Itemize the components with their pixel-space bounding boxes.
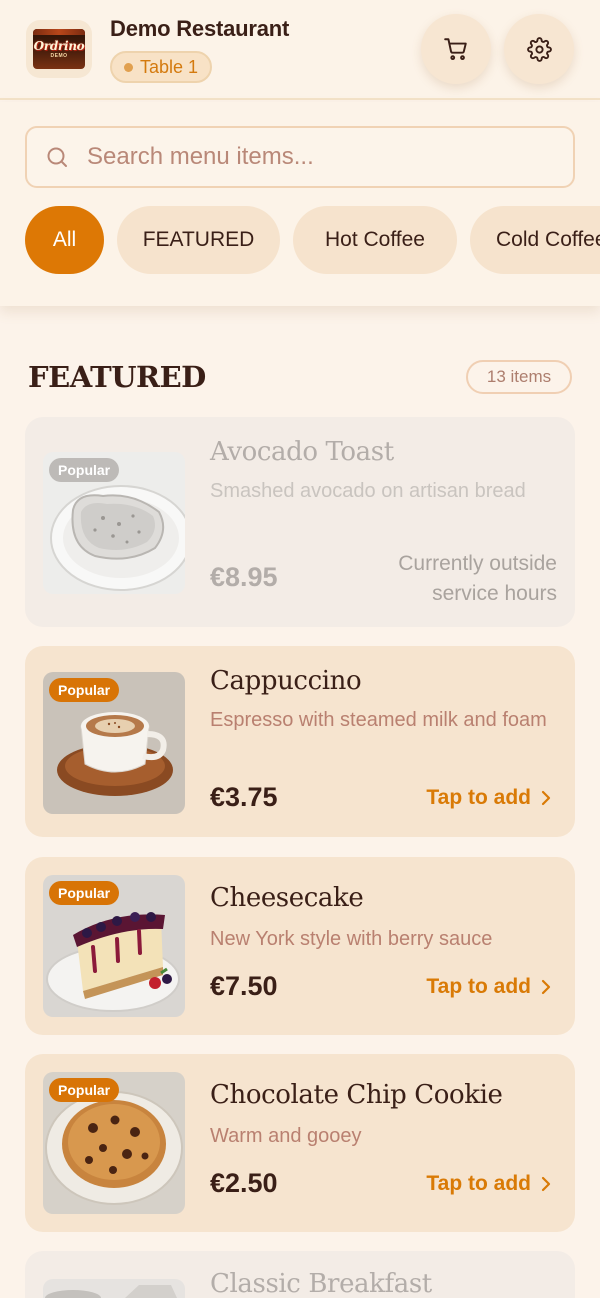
popular-badge: Popular bbox=[49, 678, 120, 702]
table-status-dot bbox=[124, 62, 133, 72]
category-chip-hot-coffee[interactable]: Hot Coffee bbox=[293, 206, 457, 274]
item-image: Popular bbox=[43, 875, 185, 1017]
tap-to-add-label: Tap to add bbox=[426, 786, 531, 809]
item-image: Popular bbox=[43, 672, 185, 814]
chevron-right-icon bbox=[541, 790, 551, 806]
search-input[interactable] bbox=[87, 143, 547, 171]
tap-to-add-label: Tap to add bbox=[426, 975, 531, 998]
item-image: Popular bbox=[43, 1072, 185, 1214]
menu-item-card: Popular Avocado Toast Smashed avocado on… bbox=[25, 417, 575, 627]
logo-text: Ordrino bbox=[33, 39, 85, 53]
menu-item-card: Classic Breakfast bbox=[25, 1251, 575, 1298]
app-header: Ordrino DEMO Demo Restaurant Table 1 bbox=[0, 0, 600, 100]
menu-item-card[interactable]: Popular Chocolate Chip Cookie Warm and g… bbox=[25, 1054, 575, 1232]
search-bar[interactable] bbox=[25, 126, 575, 188]
popular-badge: Popular bbox=[49, 881, 120, 905]
item-price: €3.75 bbox=[210, 782, 278, 812]
menu-item-card[interactable]: Popular Cheesecake New York style with b… bbox=[25, 857, 575, 1035]
item-image bbox=[43, 1279, 185, 1298]
item-count-badge: 13 items bbox=[466, 360, 572, 394]
tap-to-add-button[interactable]: Tap to add bbox=[426, 1172, 551, 1196]
chevron-right-icon bbox=[541, 979, 551, 995]
availability-status: Currently outside service hours bbox=[398, 552, 557, 605]
item-description: Smashed avocado on artisan bread bbox=[210, 480, 526, 502]
item-description: Warm and gooey bbox=[210, 1125, 362, 1147]
category-chip-all[interactable]: All bbox=[25, 206, 104, 274]
item-name: Cappuccino bbox=[210, 666, 362, 696]
logo-image: Ordrino DEMO bbox=[33, 29, 85, 69]
restaurant-name: Demo Restaurant bbox=[110, 16, 290, 41]
item-description: Espresso with steamed milk and foam bbox=[210, 709, 547, 731]
section-title: FEATURED bbox=[28, 360, 206, 394]
breakfast-image bbox=[43, 1279, 185, 1298]
search-filter-panel: AllFEATUREDHot CoffeeCold Coffee bbox=[0, 102, 600, 306]
tap-to-add-button[interactable]: Tap to add bbox=[426, 975, 551, 999]
item-price: €7.50 bbox=[210, 971, 278, 1001]
item-price: €2.50 bbox=[210, 1168, 278, 1198]
restaurant-logo: Ordrino DEMO bbox=[26, 20, 92, 78]
gear-icon bbox=[526, 36, 552, 62]
table-badge: Table 1 bbox=[110, 51, 212, 83]
item-price: €8.95 bbox=[210, 562, 278, 592]
menu-item-card[interactable]: Popular Cappuccino Espresso with steamed… bbox=[25, 646, 575, 837]
cart-button[interactable] bbox=[421, 14, 491, 84]
chevron-right-icon bbox=[541, 1176, 551, 1192]
item-name: Cheesecake bbox=[210, 883, 364, 913]
item-description: New York style with berry sauce bbox=[210, 928, 493, 950]
tap-to-add-button[interactable]: Tap to add bbox=[426, 786, 551, 810]
cart-icon bbox=[444, 38, 467, 61]
item-name: Avocado Toast bbox=[210, 437, 394, 467]
category-chip-cold-coffee[interactable]: Cold Coffee bbox=[470, 206, 600, 274]
table-label: Table 1 bbox=[140, 56, 199, 77]
search-icon bbox=[47, 147, 67, 167]
item-name: Chocolate Chip Cookie bbox=[210, 1080, 503, 1110]
category-chip-featured[interactable]: FEATURED bbox=[117, 206, 280, 274]
settings-button[interactable] bbox=[504, 14, 574, 84]
item-image: Popular bbox=[43, 452, 185, 594]
tap-to-add-label: Tap to add bbox=[426, 1172, 531, 1195]
logo-subtext: DEMO bbox=[50, 53, 68, 59]
popular-badge: Popular bbox=[49, 458, 120, 482]
category-tabs: All FEATURED Hot Coffee Cold Coffee bbox=[25, 206, 600, 274]
item-name: Classic Breakfast bbox=[210, 1269, 432, 1298]
popular-badge: Popular bbox=[49, 1078, 120, 1102]
